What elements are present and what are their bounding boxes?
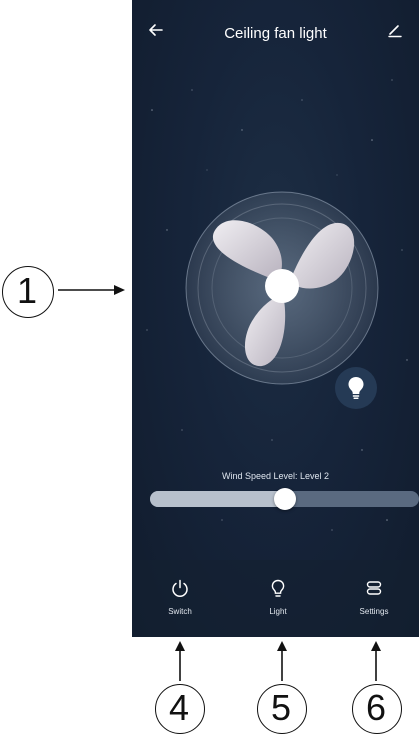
nav-switch-button[interactable]: Switch [145, 577, 215, 616]
wind-speed-label: Wind Speed Level: Level 2 [221, 471, 330, 481]
light-toggle-button[interactable] [335, 367, 377, 409]
annotation-arrow-up-4 [175, 641, 185, 681]
annotation-arrow-right [58, 285, 125, 295]
phone-screen: Ceiling fan light Wind Speed Level: Leve… [132, 0, 419, 637]
slider-fill [150, 491, 285, 507]
nav-settings-button[interactable]: Settings [339, 577, 409, 616]
fan-icon [185, 191, 379, 385]
page-title: Ceiling fan light [224, 25, 327, 42]
annotation-arrow-up-6 [371, 641, 381, 681]
annotation-number-6: 6 [366, 687, 387, 728]
arrow-left-icon [149, 24, 163, 36]
annotation-number-5: 5 [271, 687, 292, 728]
settings-icon [366, 581, 382, 595]
annotation-number-1: 1 [17, 270, 38, 311]
nav-light-button[interactable]: Light [243, 577, 313, 616]
pencil-icon [388, 25, 402, 38]
lightbulb-outline-icon [271, 579, 285, 597]
top-bar: Ceiling fan light [132, 0, 419, 68]
fan-visual [184, 190, 380, 386]
edit-button[interactable] [387, 22, 407, 42]
power-icon [172, 579, 188, 597]
wind-speed-slider[interactable] [150, 488, 419, 510]
annotation-number-4: 4 [169, 687, 190, 728]
nav-light-label: Light [269, 607, 287, 616]
back-button[interactable] [144, 20, 168, 44]
slider-thumb[interactable] [273, 488, 296, 510]
annotation-arrow-up-5 [277, 641, 287, 681]
lightbulb-icon [348, 377, 364, 399]
nav-switch-label: Switch [168, 607, 192, 616]
nav-settings-label: Settings [359, 607, 389, 616]
